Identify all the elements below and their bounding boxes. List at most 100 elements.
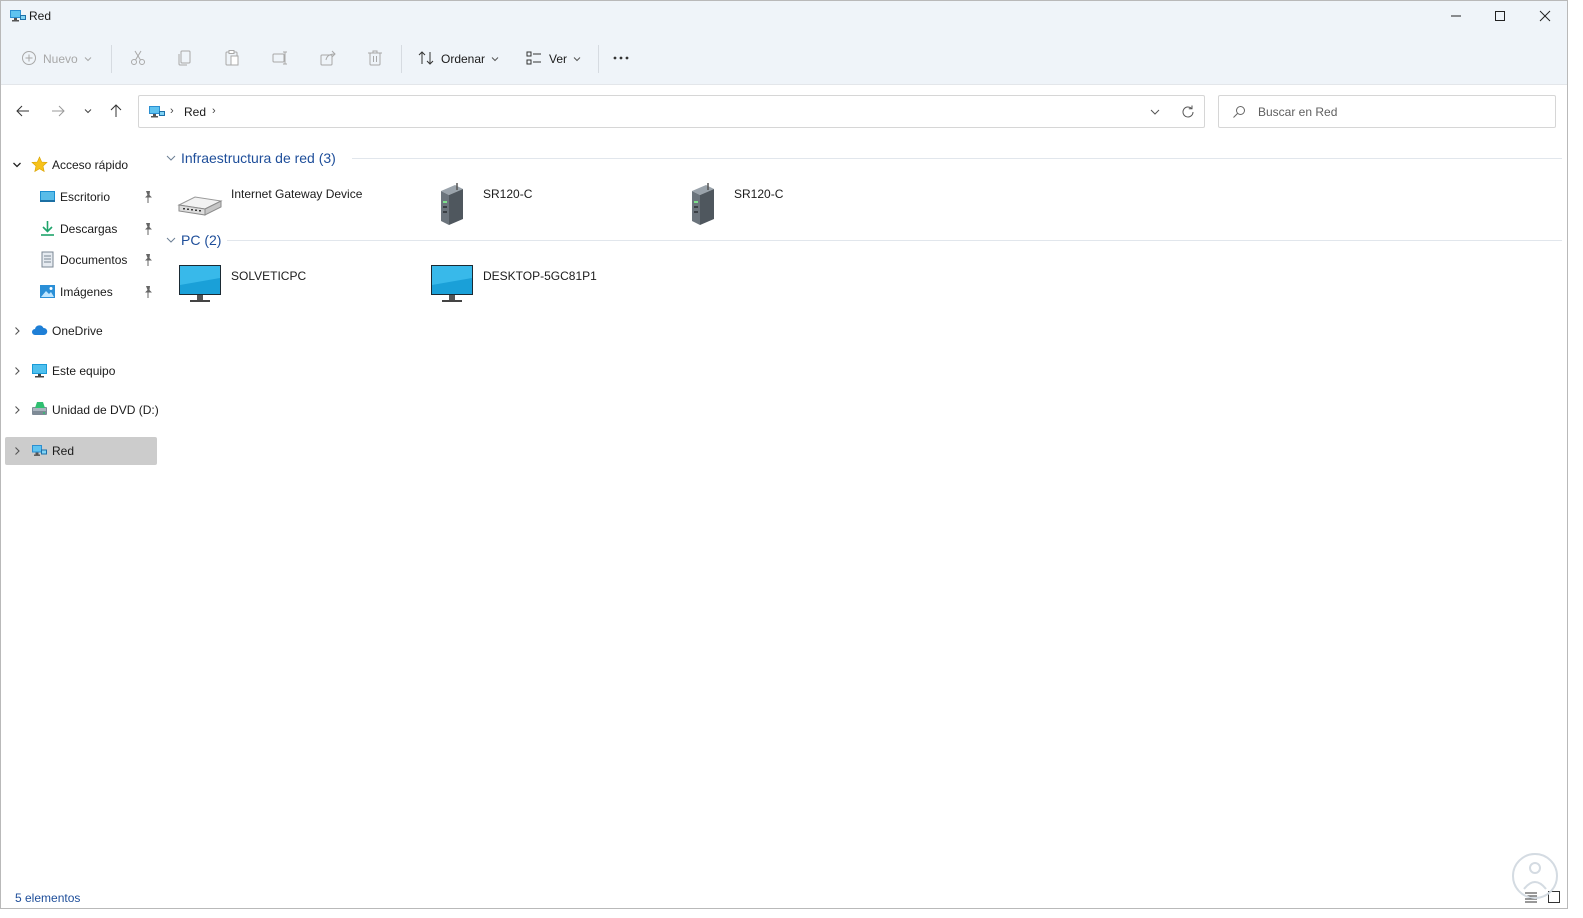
search-input[interactable]: Buscar en Red [1218,95,1556,128]
cut-button[interactable] [129,43,147,75]
network-device-item[interactable]: SR120-C [413,177,653,225]
group-title: Infraestructura de red (3) [181,150,336,166]
paste-button[interactable] [223,43,241,75]
file-list: Infraestructura de red (3) Internet Gate… [161,137,1566,882]
chevron-right-icon[interactable] [11,403,23,417]
chevron-down-icon [573,52,581,66]
chevron-down-icon [84,52,92,66]
sort-button-label: Ordenar [441,52,486,66]
chevron-down-icon [165,234,177,246]
breadcrumb-separator[interactable]: › [170,105,174,117]
monitor-icon [427,263,475,307]
recent-locations-button[interactable] [78,101,98,121]
cloud-icon [31,322,48,339]
computer-icon [31,362,48,379]
copy-icon [176,49,194,70]
server-tower-icon [678,181,726,225]
sort-icon [417,49,435,70]
plus-circle-icon [21,50,37,69]
sidebar-item-onedrive[interactable]: OneDrive [5,317,157,345]
sidebar-item-desktop[interactable]: Escritorio [5,183,157,211]
pictures-icon [39,283,56,300]
clipboard-icon [223,49,241,70]
sidebar-item-quick-access[interactable]: Acceso rápido [5,151,157,179]
view-button[interactable]: Ver [525,43,581,75]
item-label: SR120-C [483,187,533,201]
chevron-right-icon[interactable] [11,444,23,458]
star-icon [31,156,48,173]
computer-item[interactable]: SOLVETICPC [161,259,401,307]
network-device-item[interactable]: SR120-C [664,177,904,225]
network-icon [31,442,48,459]
navigation-bar: › Red › Buscar en Red [1,85,1567,137]
minimize-button[interactable] [1433,1,1479,31]
pin-icon[interactable] [142,285,154,299]
network-device-item[interactable]: Internet Gateway Device [161,177,401,225]
computer-item[interactable]: DESKTOP-5GC81P1 [413,259,653,307]
more-options-button[interactable] [611,43,631,75]
up-button[interactable] [106,101,126,121]
pin-icon[interactable] [142,190,154,204]
group-divider [352,158,1562,159]
breadcrumb-separator[interactable]: › [212,105,216,117]
copy-button[interactable] [176,43,194,75]
share-button[interactable] [319,43,337,75]
breadcrumb-item-red[interactable]: Red [184,105,206,119]
sidebar-item-downloads[interactable]: Descargas [5,215,157,243]
dvd-drive-icon [31,401,48,418]
forward-button[interactable] [48,101,68,121]
back-button[interactable] [13,101,33,121]
command-bar: Nuevo Ordenar Ver [1,33,1567,85]
sidebar-item-this-pc[interactable]: Este equipo [5,357,157,385]
desktop-icon [39,188,56,205]
toolbar-divider [598,45,599,73]
download-icon [39,220,56,237]
network-icon [148,103,166,121]
maximize-button[interactable] [1477,1,1523,31]
toolbar-divider [401,45,402,73]
new-button[interactable]: Nuevo [21,43,92,75]
chevron-right-icon[interactable] [11,324,23,338]
watermark-logo [1509,851,1561,901]
chevron-down-icon[interactable] [11,158,23,172]
chevron-right-icon[interactable] [11,364,23,378]
sidebar-item-label: Descargas [60,222,118,236]
sidebar-item-documents[interactable]: Documentos [5,246,157,274]
toolbar-divider [111,45,112,73]
title-bar[interactable]: Red [1,1,1567,33]
sidebar-item-network[interactable]: Red [5,437,157,465]
pin-icon[interactable] [142,253,154,267]
documents-icon [39,251,56,268]
address-history-dropdown[interactable] [1146,103,1164,121]
sidebar-item-label: Documentos [60,253,128,267]
trash-icon [366,49,384,70]
view-list-icon [525,49,543,70]
pin-icon[interactable] [142,222,154,236]
more-options-icon [611,49,631,70]
close-button[interactable] [1522,1,1567,31]
status-bar: 5 elementos [1,882,1567,908]
new-button-label: Nuevo [43,52,78,66]
sidebar-item-label: Acceso rápido [52,158,129,172]
item-count: 5 elementos [15,891,81,905]
delete-button[interactable] [366,43,384,75]
sidebar-item-label: Escritorio [60,190,111,204]
rename-icon [271,49,289,70]
share-icon [319,49,337,70]
router-icon [175,181,223,225]
sidebar-item-label: Red [52,444,75,458]
group-header-network-infrastructure[interactable]: Infraestructura de red (3) [165,147,336,169]
sidebar-item-label: OneDrive [52,324,103,338]
navigation-pane: Acceso rápido Escritorio Descargas Docum… [1,137,161,882]
sort-button[interactable]: Ordenar [417,43,499,75]
sidebar-item-label: Este equipo [52,364,116,378]
view-button-label: Ver [549,52,568,66]
item-label: DESKTOP-5GC81P1 [483,269,597,283]
group-header-pc[interactable]: PC (2) [165,229,221,251]
address-bar[interactable]: › Red › [138,95,1205,128]
sidebar-item-pictures[interactable]: Imágenes [5,278,157,306]
group-title: PC (2) [181,232,222,248]
rename-button[interactable] [271,43,289,75]
sidebar-item-dvd-drive[interactable]: Unidad de DVD (D:) [5,396,159,424]
refresh-button[interactable] [1179,103,1197,121]
